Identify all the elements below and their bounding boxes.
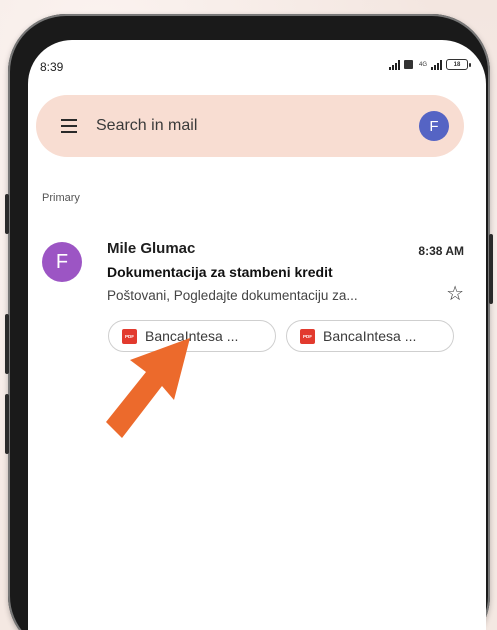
side-button <box>5 314 9 374</box>
email-subject: Dokumentacija za stambeni kredit <box>107 264 333 280</box>
menu-icon[interactable] <box>61 119 77 133</box>
battery-icon: 18 <box>446 59 471 70</box>
attachment-label: BancaIntesa ... <box>323 328 417 344</box>
email-snippet: Poštovani, Pogledajte dokumentaciju za..… <box>107 288 358 303</box>
signal-icon <box>431 59 442 70</box>
star-icon[interactable]: ☆ <box>446 284 464 304</box>
signal-icon <box>388 59 400 70</box>
section-label: Primary <box>42 192 80 204</box>
status-bar: 8:39 4G 18 <box>28 40 486 84</box>
attachment-chip[interactable]: PDF BancaIntesa ... <box>286 320 454 352</box>
arrow-pointer-icon <box>106 338 190 438</box>
status-time: 8:39 <box>40 60 64 74</box>
phone-screen: 8:39 4G 18 Search in mail F Primary F Mi… <box>28 40 486 630</box>
search-input[interactable]: Search in mail <box>96 117 197 135</box>
email-list-item[interactable]: F Mile Glumac 8:38 AM Dokumentacija za s… <box>28 234 486 360</box>
email-time: 8:38 AM <box>418 244 464 258</box>
side-button <box>5 394 9 454</box>
account-avatar[interactable]: F <box>419 111 449 141</box>
network-type-label: 4G <box>418 61 427 68</box>
search-bar[interactable]: Search in mail F <box>36 95 464 157</box>
status-icons: 4G 18 <box>388 59 471 70</box>
sim-icon <box>403 60 413 69</box>
pdf-icon: PDF <box>300 328 315 344</box>
email-sender: Mile Glumac <box>107 240 196 257</box>
sender-avatar[interactable]: F <box>42 242 82 282</box>
phone-frame: 8:39 4G 18 Search in mail F Primary F Mi… <box>5 14 493 630</box>
side-button <box>489 234 493 304</box>
side-button <box>5 194 9 234</box>
battery-level: 18 <box>453 61 461 68</box>
